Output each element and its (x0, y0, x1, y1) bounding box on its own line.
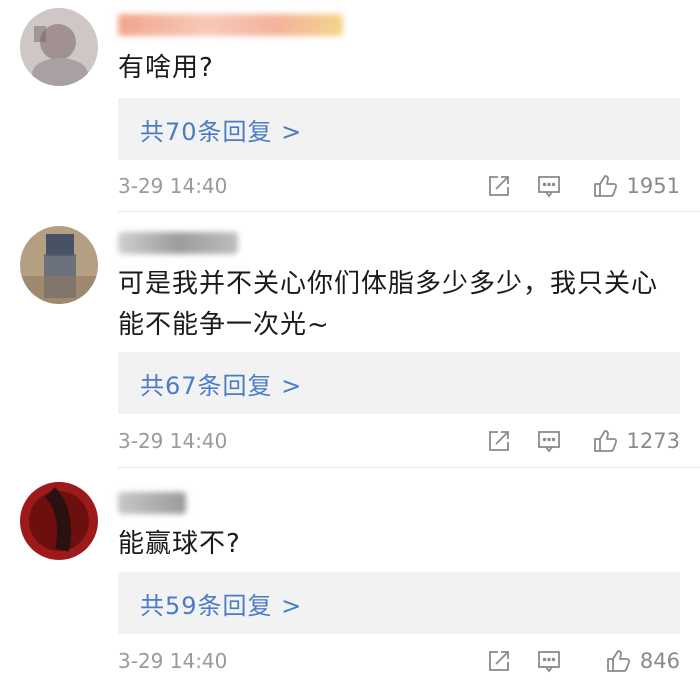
forward-icon[interactable] (484, 646, 514, 676)
comment-meta: 3-29 14:40 846 (118, 643, 680, 679)
reply-box[interactable]: 共59条回复 > (118, 572, 680, 634)
reply-box[interactable]: 共67条回复 > (118, 352, 680, 414)
comment-meta: 3-29 14:40 1951 (118, 168, 680, 204)
reply-box[interactable]: 共70条回复 > (118, 98, 680, 160)
like-button[interactable]: 846 (604, 646, 680, 676)
comment-item: 可是我并不关心你们体脂多少多少，我只关心能不能争一次光~ 共67条回复 > 3-… (0, 212, 700, 468)
comment-date: 3-29 14:40 (118, 174, 228, 198)
comment-icon[interactable] (534, 646, 564, 676)
avatar[interactable] (20, 226, 98, 304)
like-count: 846 (639, 649, 680, 673)
comment-text: 可是我并不关心你们体脂多少多少，我只关心能不能争一次光~ (118, 269, 659, 340)
like-button[interactable]: 1273 (591, 426, 680, 456)
comment-icon[interactable] (534, 171, 564, 201)
forward-icon[interactable] (484, 171, 514, 201)
comment-text: 能赢球不? (118, 529, 241, 559)
view-replies-link[interactable]: 共70条回复 > (140, 112, 302, 147)
forward-icon[interactable] (484, 426, 514, 456)
thumbs-up-icon (591, 171, 621, 201)
comment-icon[interactable] (534, 426, 564, 456)
view-replies-link[interactable]: 共59条回复 > (140, 586, 302, 621)
username-blurred[interactable] (118, 232, 238, 254)
like-count: 1273 (626, 429, 680, 453)
avatar[interactable] (20, 482, 98, 560)
thumbs-up-icon (591, 426, 621, 456)
comment-meta: 3-29 14:40 1273 (118, 423, 680, 459)
comment-item: 能赢球不? 共59条回复 > 3-29 14:40 846 (0, 468, 700, 684)
comment-item: 有啥用? 共70条回复 > 3-29 14:40 1951 (0, 0, 700, 212)
comment-date: 3-29 14:40 (118, 429, 228, 453)
comment-date: 3-29 14:40 (118, 649, 228, 673)
username-blurred[interactable] (118, 492, 186, 514)
like-button[interactable]: 1951 (591, 171, 680, 201)
comment-text: 有啥用? (118, 53, 214, 83)
username-blurred[interactable] (118, 14, 343, 36)
avatar[interactable] (20, 8, 98, 86)
thumbs-up-icon (604, 646, 634, 676)
like-count: 1951 (626, 174, 680, 198)
view-replies-link[interactable]: 共67条回复 > (140, 366, 302, 401)
